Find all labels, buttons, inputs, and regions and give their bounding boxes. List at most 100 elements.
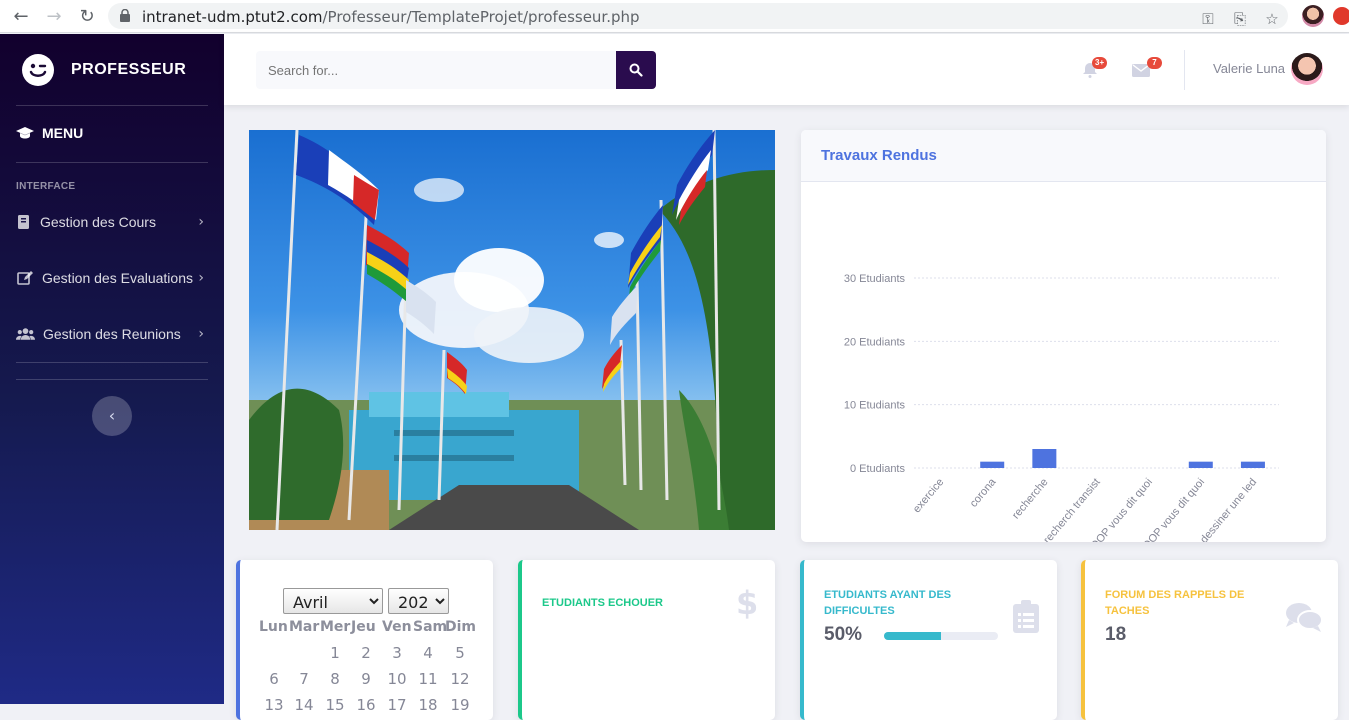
weekday-label: Lun <box>259 619 288 635</box>
stat-label: ETUDIANTS AYANT DES DIFFICULTES <box>824 589 952 617</box>
bar[interactable] <box>980 461 1005 468</box>
progress-bar <box>884 632 998 640</box>
sidebar-item-reunions[interactable]: Gestion des Reunions › <box>16 322 208 346</box>
comments-icon <box>1286 603 1323 632</box>
card-header: Travaux Rendus <box>801 130 1326 182</box>
sidebar: PROFESSEUR MENU INTERFACE Gestion des Co… <box>0 34 224 704</box>
search-button[interactable] <box>616 51 656 89</box>
book-icon <box>18 215 29 229</box>
calendar-day[interactable]: 13 <box>261 696 287 714</box>
search-input[interactable] <box>256 51 616 89</box>
sidebar-item-evaluations[interactable]: Gestion des Evaluations › <box>16 266 208 290</box>
y-tick-label: 30 Etudiants <box>844 273 906 285</box>
translate-icon[interactable]: ⎘ <box>1230 9 1250 29</box>
stat-card-echouer: ETUDIANTS ECHOUER $ <box>518 560 775 720</box>
calendar-day[interactable]: 9 <box>353 670 379 688</box>
sidebar-heading: INTERFACE <box>16 181 76 192</box>
x-tick-label: recherche <box>1010 476 1051 521</box>
back-icon[interactable]: ← <box>10 6 32 28</box>
sidebar-menu-item[interactable]: MENU <box>16 125 83 141</box>
calendar-card: Avril 2020 Lun Mar Mer Jeu Ven Sam Dim 1 2 3 4 5 6 7 8… <box>236 560 493 720</box>
topbar: 3+ 7 Valerie Luna <box>224 34 1349 105</box>
star-icon[interactable]: ☆ <box>1262 9 1282 29</box>
campus-photo <box>249 130 775 530</box>
users-icon <box>16 328 35 340</box>
url-text: intranet-udm.ptut2.com/Professeur/Templa… <box>142 8 640 26</box>
search-icon <box>629 63 643 77</box>
calendar-day[interactable]: 6 <box>261 670 287 688</box>
weekday-label: Jeu <box>351 619 376 635</box>
y-tick-label: 10 Etudiants <box>844 400 906 412</box>
stat-value: 18 <box>1105 624 1127 645</box>
messages-badge: 7 <box>1147 57 1162 69</box>
key-icon[interactable]: ⚿ <box>1198 9 1218 29</box>
year-select[interactable]: 2020 <box>388 588 449 614</box>
weekday-label: Mer <box>320 619 351 635</box>
reload-icon[interactable]: ↻ <box>76 6 98 28</box>
dollar-icon: $ <box>736 584 759 622</box>
y-tick-label: 20 Etudiants <box>844 336 906 348</box>
x-tick-label: corona <box>968 476 999 510</box>
avatar[interactable] <box>1291 53 1323 85</box>
bar[interactable] <box>1240 461 1265 468</box>
stat-card-forum: FORUM DES RAPPELS DE TACHES 18 <box>1081 560 1338 720</box>
sidebar-toggle-button[interactable]: ‹ <box>92 396 132 436</box>
user-name[interactable]: Valerie Luna <box>1213 61 1285 76</box>
extension-icon[interactable] <box>1333 7 1349 25</box>
weekday-label: Mar <box>289 619 320 635</box>
progress-fill <box>884 632 941 640</box>
bar[interactable] <box>1032 449 1057 468</box>
travaux-rendus-card: Travaux Rendus 30 Etudiants 20 Etudiants 1… <box>801 130 1326 552</box>
url-path: /Professeur/TemplateProjet/professeur.ph… <box>322 8 640 26</box>
calendar-day[interactable]: 18 <box>415 696 441 714</box>
weekday-label: Sam <box>413 619 448 635</box>
travaux-chart: 30 Etudiants 20 Etudiants 10 Etudiants 0 Et… <box>844 273 1279 552</box>
chevron-right-icon: › <box>198 270 204 286</box>
chevron-right-icon: › <box>198 326 204 342</box>
sidebar-divider <box>16 379 208 380</box>
calendar-day[interactable]: 2 <box>353 644 379 662</box>
sidebar-item-label: Gestion des Reunions <box>43 326 181 342</box>
sidebar-divider <box>16 105 208 106</box>
topbar-divider <box>1184 50 1185 90</box>
sidebar-item-label: Gestion des Cours <box>40 214 156 230</box>
calendar-day[interactable]: 17 <box>384 696 410 714</box>
brand-name: PROFESSEUR <box>71 61 187 78</box>
lock-icon <box>120 9 130 22</box>
wink-face-icon <box>22 54 54 86</box>
clipboard-list-icon <box>1013 600 1039 633</box>
calendar-day[interactable]: 7 <box>291 670 317 688</box>
chevron-right-icon: › <box>198 214 204 230</box>
bar[interactable] <box>1188 461 1213 468</box>
stat-card-difficultes: ETUDIANTS AYANT DES DIFFICULTES 50% <box>800 560 1057 720</box>
calendar-day[interactable]: 5 <box>447 644 473 662</box>
calendar-day[interactable]: 14 <box>291 696 317 714</box>
card-title: Travaux Rendus <box>821 147 937 164</box>
month-select[interactable]: Avril <box>283 588 383 614</box>
calendar-day[interactable]: 16 <box>353 696 379 714</box>
calendar-day[interactable]: 4 <box>415 644 441 662</box>
edit-icon <box>17 271 33 285</box>
forward-icon[interactable]: → <box>43 6 65 28</box>
stat-value: 50% <box>824 624 863 645</box>
calendar-day[interactable]: 3 <box>384 644 410 662</box>
x-tick-label: exercice <box>911 476 947 515</box>
sidebar-brand[interactable]: PROFESSEUR <box>22 54 186 86</box>
weekday-label: Ven <box>382 619 412 635</box>
calendar-day[interactable]: 1 <box>322 644 348 662</box>
sidebar-item-cours[interactable]: Gestion des Cours › <box>16 210 208 234</box>
calendar-day[interactable]: 12 <box>447 670 473 688</box>
sidebar-divider <box>16 162 208 163</box>
calendar-day[interactable]: 10 <box>384 670 410 688</box>
sidebar-divider <box>16 362 208 363</box>
stat-label: ETUDIANTS ECHOUER <box>542 597 664 609</box>
calendar-day[interactable]: 11 <box>415 670 441 688</box>
calendar-day[interactable]: 19 <box>447 696 473 714</box>
graduation-cap-icon <box>16 127 34 139</box>
address-bar[interactable]: intranet-udm.ptut2.com/Professeur/Templa… <box>108 3 1288 29</box>
menu-label: MENU <box>42 125 84 141</box>
profile-avatar[interactable] <box>1302 5 1324 27</box>
calendar-day[interactable]: 15 <box>322 696 348 714</box>
browser-toolbar: ← → ↻ intranet-udm.ptut2.com/Professeur/… <box>0 0 1349 33</box>
calendar-day[interactable]: 8 <box>322 670 348 688</box>
